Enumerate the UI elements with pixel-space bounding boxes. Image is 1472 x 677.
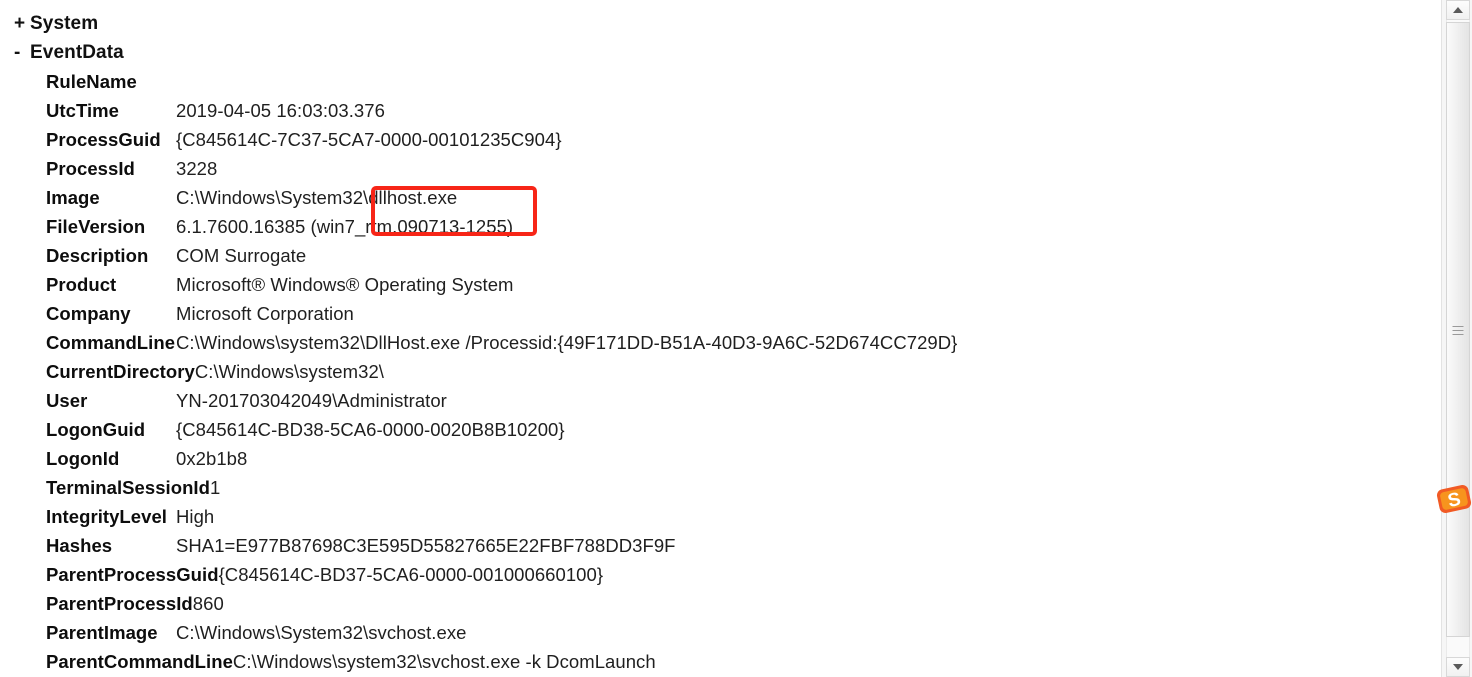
tree-node-label: EventData <box>30 42 124 63</box>
field-name: CommandLine <box>46 332 176 353</box>
field-row: LogonGuid {C845614C-BD38-5CA6-0000-0020B… <box>0 419 1442 448</box>
field-name: UtcTime <box>46 100 120 121</box>
field-value: 2019-04-05 16:03:03.376 <box>176 100 385 121</box>
vertical-scrollbar[interactable] <box>1441 0 1472 677</box>
field-name: LogonGuid <box>46 419 146 440</box>
field-value: C:\Windows\system32\DllHost.exe /Process… <box>176 332 958 353</box>
field-value: Microsoft® Windows® Operating System <box>176 274 514 295</box>
field-name: ParentProcessId <box>46 593 193 614</box>
field-row: Description COM Surrogate <box>0 245 1442 274</box>
field-row: CurrentDirectory C:\Windows\system32\ <box>0 361 1442 390</box>
field-value: C:\Windows\system32\ <box>194 361 384 382</box>
field-name: ParentImage <box>46 622 158 643</box>
field-row: Company Microsoft Corporation <box>0 303 1442 332</box>
tree-node-label: System <box>30 13 99 34</box>
field-name: RuleName <box>46 71 137 92</box>
event-xml-viewer[interactable]: + System - EventData RuleName UtcTime 20… <box>0 0 1442 677</box>
field-value: 6.1.7600.16385 (win7_rtm.090713-1255) <box>176 216 514 237</box>
field-name: FileVersion <box>46 216 146 237</box>
scroll-up-arrow-icon <box>1453 7 1463 13</box>
field-row: CommandLine C:\Windows\system32\DllHost.… <box>0 332 1442 361</box>
field-value: 0x2b1b8 <box>176 448 248 469</box>
field-value: C:\Windows\System32\dllhost.exe <box>176 187 458 208</box>
field-row: IntegrityLevel High <box>0 506 1442 535</box>
scrollbar-thumb[interactable] <box>1446 22 1470 637</box>
field-row: TerminalSessionId 1 <box>0 477 1442 506</box>
field-value: Microsoft Corporation <box>176 303 354 324</box>
field-value: 1 <box>209 477 221 498</box>
scrollbar-grip-icon <box>1452 323 1464 338</box>
field-row-image: Image C:\Windows\System32\dllhost.exe <box>0 187 1442 216</box>
field-value: COM Surrogate <box>176 245 307 266</box>
field-row: ProcessGuid {C845614C-7C37-5CA7-0000-001… <box>0 129 1442 158</box>
field-name: User <box>46 390 88 411</box>
field-name: ProcessGuid <box>46 129 161 150</box>
field-row: FileVersion 6.1.7600.16385 (win7_rtm.090… <box>0 216 1442 245</box>
field-value: C:\Windows\system32\svchost.exe -k DcomL… <box>232 651 656 672</box>
field-name: LogonId <box>46 448 120 469</box>
field-value: High <box>176 506 215 527</box>
field-value: SHA1=E977B87698C3E595D55827665E22FBF788D… <box>176 535 676 556</box>
field-row: ParentCommandLine C:\Windows\system32\sv… <box>0 651 1442 673</box>
event-data-tree: + System - EventData RuleName UtcTime 20… <box>0 13 1442 673</box>
field-value: 3228 <box>176 158 218 179</box>
field-row: Product Microsoft® Windows® Operating Sy… <box>0 274 1442 303</box>
field-name: Company <box>46 303 131 324</box>
field-name: TerminalSessionId <box>46 477 210 498</box>
collapse-minus-icon[interactable]: - <box>14 42 30 64</box>
field-row: User YN-201703042049\Administrator <box>0 390 1442 419</box>
field-row: ParentProcessId 860 <box>0 593 1442 622</box>
field-row: ParentProcessGuid {C845614C-BD37-5CA6-00… <box>0 564 1442 593</box>
field-name: CurrentDirectory <box>46 361 195 382</box>
scroll-up-button[interactable] <box>1446 0 1470 20</box>
field-value: {C845614C-BD38-5CA6-0000-0020B8B10200} <box>176 419 565 440</box>
expand-plus-icon[interactable]: + <box>14 13 30 35</box>
scroll-down-arrow-icon <box>1453 664 1463 670</box>
field-value: YN-201703042049\Administrator <box>176 390 447 411</box>
field-name: ParentCommandLine <box>46 651 233 672</box>
field-value: {C845614C-BD37-5CA6-0000-001000660100} <box>218 564 604 585</box>
field-name: Hashes <box>46 535 113 556</box>
field-name: Description <box>46 245 149 266</box>
field-value: {C845614C-7C37-5CA7-0000-00101235C904} <box>176 129 562 150</box>
field-row: UtcTime 2019-04-05 16:03:03.376 <box>0 100 1442 129</box>
field-row: LogonId 0x2b1b8 <box>0 448 1442 477</box>
field-name: ParentProcessGuid <box>46 564 219 585</box>
scroll-down-button[interactable] <box>1446 657 1470 677</box>
field-name: ProcessId <box>46 158 135 179</box>
tree-node-eventdata[interactable]: - EventData <box>0 42 1442 71</box>
tree-node-system[interactable]: + System <box>0 13 1442 42</box>
field-row: Hashes SHA1=E977B87698C3E595D55827665E22… <box>0 535 1442 564</box>
field-value: C:\Windows\System32\svchost.exe <box>176 622 467 643</box>
field-name: Product <box>46 274 117 295</box>
field-row: ProcessId 3228 <box>0 158 1442 187</box>
field-value: 860 <box>192 593 224 614</box>
field-row: ParentImage C:\Windows\System32\svchost.… <box>0 622 1442 651</box>
field-name: IntegrityLevel <box>46 506 167 527</box>
field-row: RuleName <box>0 71 1442 100</box>
field-name: Image <box>46 187 100 208</box>
